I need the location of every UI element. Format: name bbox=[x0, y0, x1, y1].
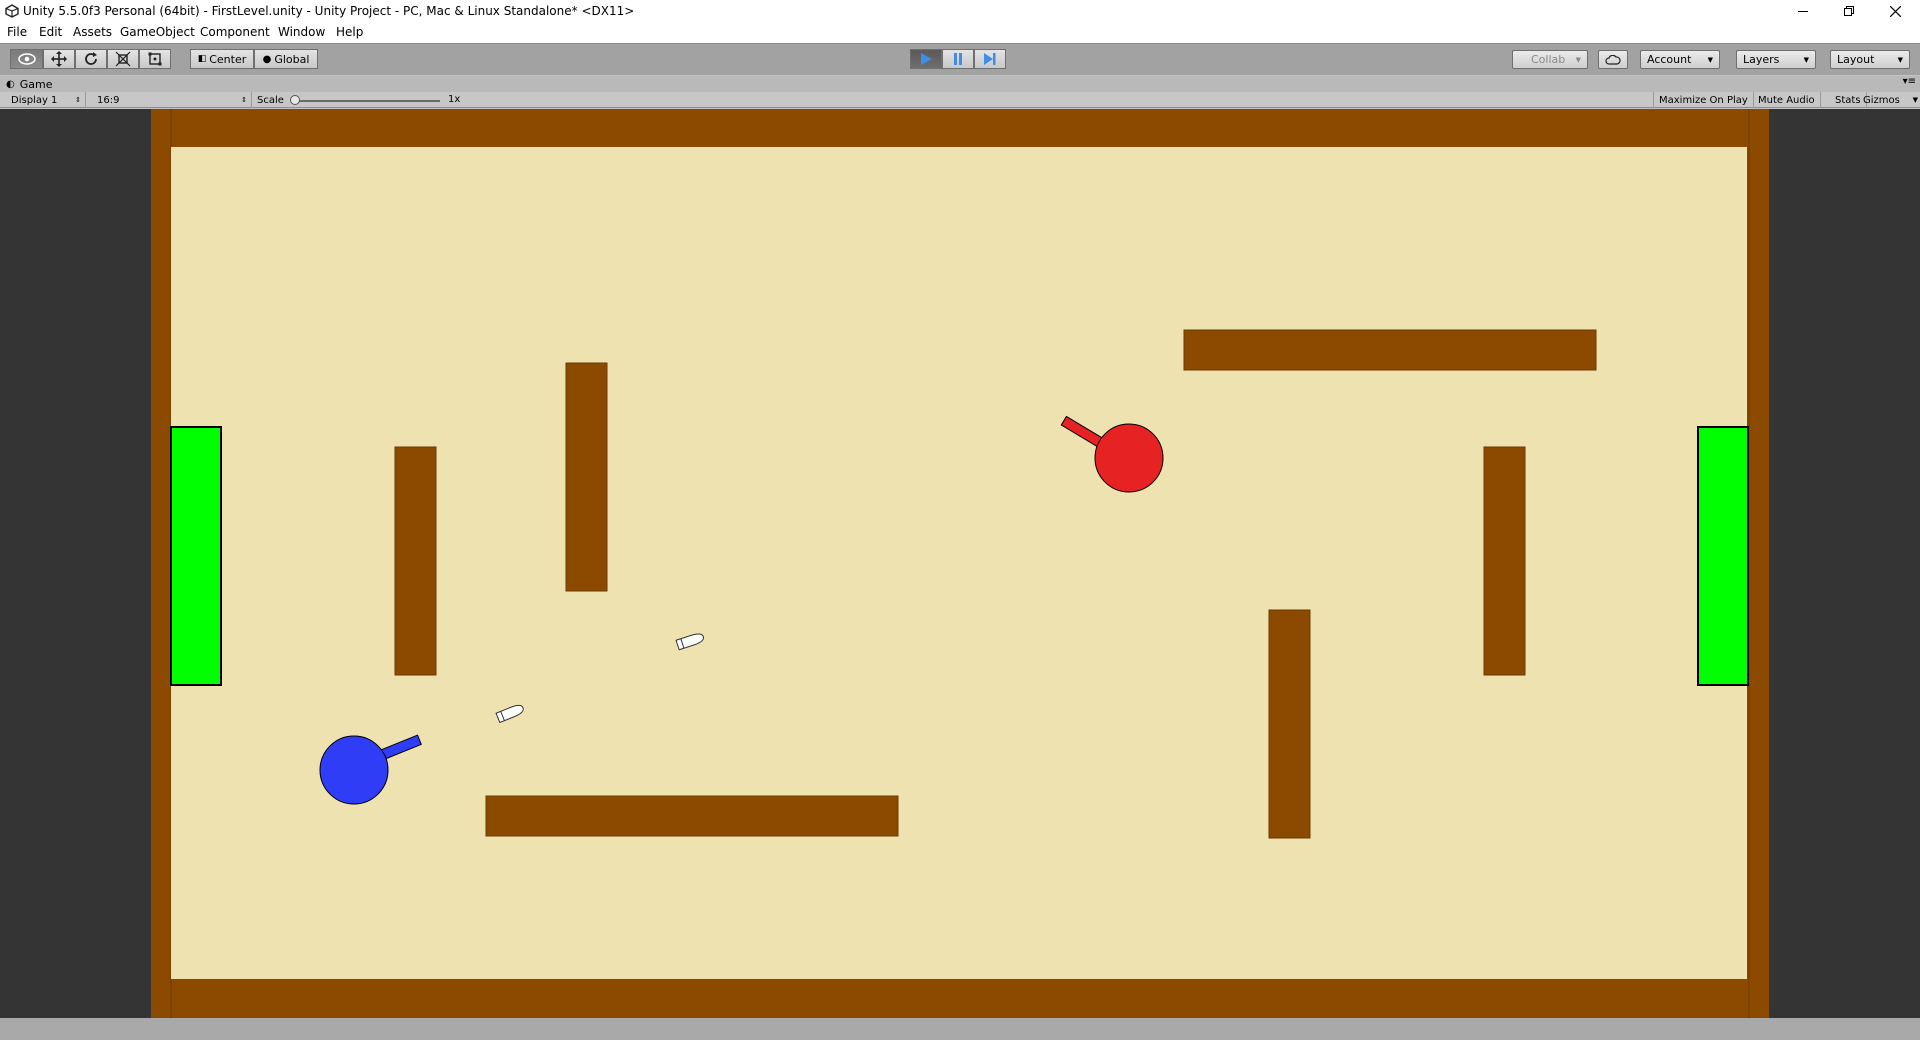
wall-obstacle bbox=[1483, 446, 1526, 676]
scale-slider[interactable] bbox=[292, 100, 440, 102]
chevron-down-icon: ▼ bbox=[1707, 55, 1713, 64]
scale-label: Scale bbox=[257, 94, 284, 106]
pivot-center-label: Center bbox=[209, 52, 247, 66]
menu-gameobject[interactable]: GameObject bbox=[120, 25, 195, 39]
game-viewport[interactable] bbox=[0, 109, 1920, 1018]
wall-obstacle bbox=[394, 446, 437, 676]
step-icon bbox=[984, 53, 996, 65]
mute-label: Mute Audio bbox=[1758, 94, 1815, 106]
main-toolbar: ◧ Center ● Global Collab ▼ Account ▼ Lay… bbox=[0, 43, 1920, 75]
unity-logo-icon bbox=[5, 4, 19, 18]
space-global-button[interactable]: ● Global bbox=[254, 49, 318, 69]
step-button[interactable] bbox=[974, 49, 1006, 69]
cloud-icon bbox=[1605, 54, 1621, 65]
rotate-icon[interactable] bbox=[75, 49, 107, 69]
account-dropdown[interactable]: Account ▼ bbox=[1640, 50, 1720, 69]
account-label: Account bbox=[1647, 53, 1692, 66]
collab-dropdown[interactable]: Collab ▼ bbox=[1512, 50, 1588, 69]
pause-button[interactable] bbox=[942, 49, 974, 69]
wall-obstacle bbox=[1268, 609, 1311, 839]
right-goal bbox=[1697, 426, 1749, 686]
window-title-bar: Unity 5.5.0f3 Personal (64bit) - FirstLe… bbox=[0, 0, 1920, 22]
minimize-icon[interactable] bbox=[1780, 0, 1826, 22]
close-icon[interactable] bbox=[1872, 0, 1918, 22]
maximize-on-play-toggle[interactable]: Maximize On Play bbox=[1653, 92, 1754, 108]
layers-label: Layers bbox=[1743, 53, 1780, 66]
wall-obstacle bbox=[565, 362, 608, 592]
collab-label: Collab bbox=[1531, 53, 1566, 66]
stats-label: Stats bbox=[1835, 94, 1861, 106]
globe-icon: ● bbox=[262, 53, 272, 65]
chevron-down-icon: ▼ bbox=[1912, 96, 1918, 104]
game-view-controls: Display 1 ⇕ 16:9 ⇕ Scale 1x Maximize On … bbox=[0, 92, 1920, 108]
window-title: Unity 5.5.0f3 Personal (64bit) - FirstLe… bbox=[23, 4, 635, 18]
menu-bar: File Edit Assets GameObject Component Wi… bbox=[0, 22, 1920, 43]
chevron-down-icon: ▼ bbox=[1575, 55, 1581, 64]
panel-options-icon[interactable]: ▾≡ bbox=[1903, 76, 1916, 87]
menu-component[interactable]: Component bbox=[200, 25, 270, 39]
play-button[interactable] bbox=[910, 49, 942, 69]
chevron-down-icon: ▼ bbox=[1803, 55, 1809, 64]
play-icon bbox=[921, 53, 932, 65]
display-label: Display 1 bbox=[11, 94, 58, 106]
scale-icon[interactable] bbox=[107, 49, 139, 69]
wall-obstacle bbox=[485, 795, 899, 837]
layout-label: Layout bbox=[1837, 53, 1875, 66]
mute-audio-toggle[interactable]: Mute Audio bbox=[1753, 92, 1821, 108]
game-scene[interactable] bbox=[151, 109, 1769, 1018]
menu-edit[interactable]: Edit bbox=[39, 25, 62, 39]
chevron-down-icon: ▼ bbox=[1897, 55, 1903, 64]
pivot-center-button[interactable]: ◧ Center bbox=[190, 49, 254, 69]
gizmos-dropdown[interactable]: Gizmos ▼ bbox=[1858, 92, 1920, 108]
status-bar bbox=[0, 1018, 1920, 1040]
aspect-label: 16:9 bbox=[97, 94, 120, 106]
scale-slider-thumb[interactable] bbox=[290, 95, 300, 105]
game-tab-label: Game bbox=[19, 78, 53, 91]
menu-window[interactable]: Window bbox=[278, 25, 325, 39]
menu-assets[interactable]: Assets bbox=[73, 25, 112, 39]
cloud-button[interactable] bbox=[1598, 50, 1628, 69]
gizmos-label: Gizmos bbox=[1863, 94, 1900, 106]
game-tab[interactable]: ◐ Game bbox=[6, 77, 52, 92]
display-dropdown[interactable]: Display 1 ⇕ bbox=[6, 92, 86, 108]
wall-obstacle bbox=[1183, 329, 1597, 371]
menu-file[interactable]: File bbox=[7, 25, 27, 39]
move-icon[interactable] bbox=[43, 49, 75, 69]
maximize-label: Maximize On Play bbox=[1659, 94, 1748, 106]
view-hand-icon[interactable] bbox=[10, 49, 43, 69]
layers-dropdown[interactable]: Layers ▼ bbox=[1736, 50, 1816, 69]
chevron-updown-icon: ⇕ bbox=[75, 96, 81, 104]
scale-value: 1x bbox=[448, 94, 461, 105]
game-tab-bar: ◐ Game ▾≡ bbox=[0, 76, 1920, 92]
menu-help[interactable]: Help bbox=[336, 25, 363, 39]
aspect-dropdown[interactable]: 16:9 ⇕ bbox=[92, 92, 252, 108]
game-controller-icon: ◐ bbox=[6, 79, 15, 90]
space-global-label: Global bbox=[274, 52, 310, 66]
layout-dropdown[interactable]: Layout ▼ bbox=[1830, 50, 1910, 69]
chevron-updown-icon: ⇕ bbox=[241, 96, 247, 104]
restore-icon[interactable] bbox=[1826, 0, 1872, 22]
rect-tool-icon[interactable] bbox=[139, 49, 171, 69]
left-goal bbox=[170, 426, 222, 686]
pause-icon bbox=[954, 53, 962, 65]
pivot-icon: ◧ bbox=[197, 54, 207, 64]
